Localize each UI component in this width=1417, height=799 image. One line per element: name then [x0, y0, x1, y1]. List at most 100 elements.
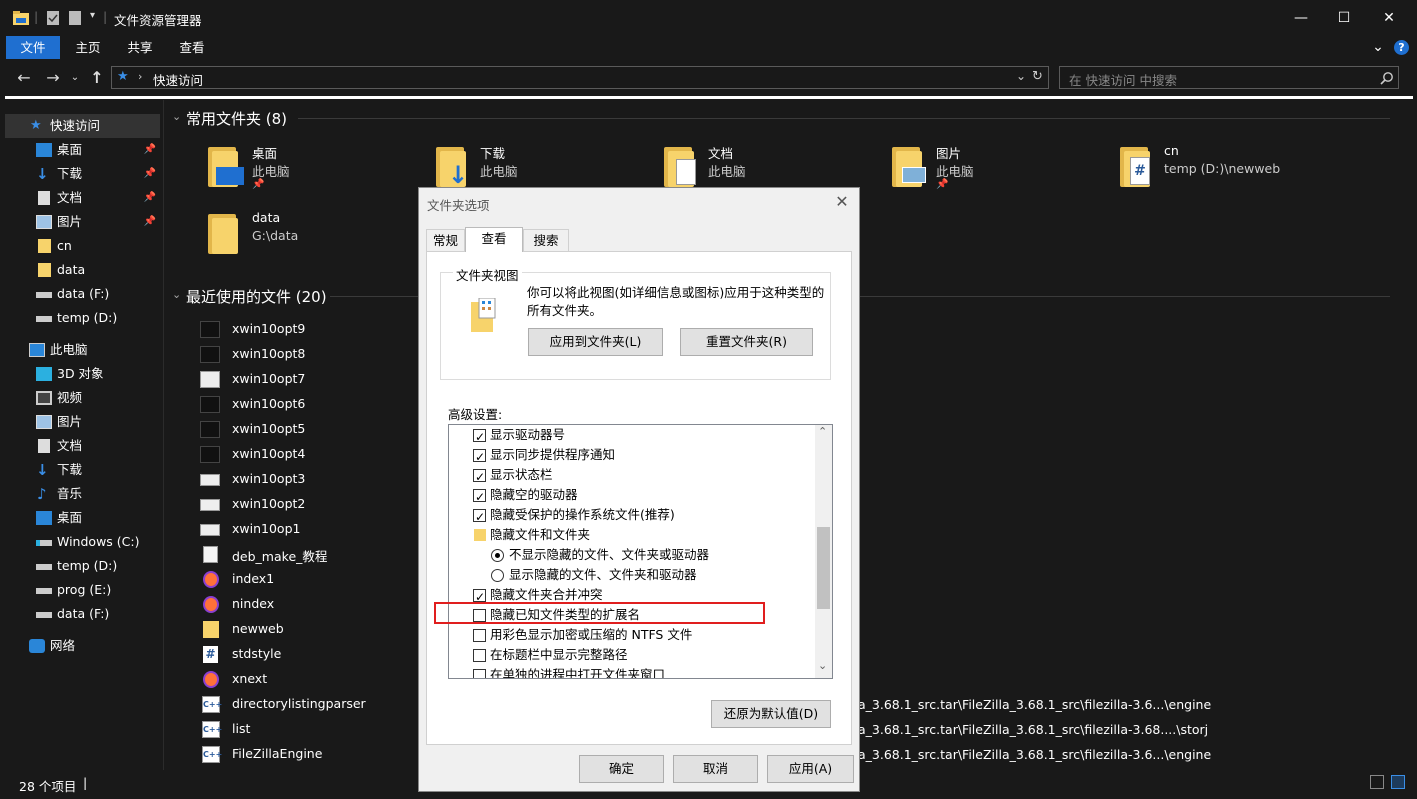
list-item[interactable]: nindex — [200, 592, 430, 617]
option-show-hidden[interactable]: 显示隐藏的文件、文件夹和驱动器 — [449, 565, 815, 585]
sidebar-item-windows-c[interactable]: Windows (C:) — [5, 530, 160, 554]
radio-button[interactable] — [491, 569, 504, 582]
help-icon[interactable]: ? — [1394, 40, 1409, 55]
list-item[interactable]: # stdstyle — [200, 642, 430, 667]
pin-icon[interactable]: 📌 — [144, 138, 156, 162]
chevron-down-icon[interactable]: ⌄ — [1016, 69, 1026, 83]
recent-locations-icon[interactable]: ⌄ — [68, 67, 82, 89]
cancel-button[interactable]: 取消 — [673, 755, 758, 783]
sidebar-item-pictures[interactable]: 图片 📌 — [5, 210, 160, 234]
tab-file[interactable]: 文件 — [6, 36, 60, 59]
scroll-down-icon[interactable]: ⌄ — [818, 659, 827, 672]
list-item[interactable]: xwin10opt3 — [200, 467, 430, 492]
back-arrow-icon[interactable]: ← — [13, 67, 35, 89]
option-color-ntfs[interactable]: 用彩色显示加密或压缩的 NTFS 文件 — [449, 625, 815, 645]
scrollbar-thumb[interactable] — [817, 527, 830, 609]
checkbox[interactable] — [473, 629, 486, 642]
sidebar-item-temp-d-pc[interactable]: temp (D:) — [5, 554, 160, 578]
folder-tile-cn[interactable]: # cn temp (D:)\newweb — [1118, 143, 1338, 203]
group-header-frequent[interactable]: 常用文件夹 (8) — [186, 108, 287, 129]
option-full-path-title[interactable]: 在标题栏中显示完整路径 — [449, 645, 815, 665]
tab-home[interactable]: 主页 — [66, 36, 110, 59]
tab-view[interactable]: 查看 — [465, 227, 523, 252]
list-item[interactable]: xwin10opt8 — [200, 342, 430, 367]
option-hide-empty-drives[interactable]: 隐藏空的驱动器 — [449, 485, 815, 507]
list-item[interactable]: xnext — [200, 667, 430, 692]
list-item[interactable]: xwin10opt9 — [200, 317, 430, 342]
list-item[interactable]: index1 — [200, 567, 430, 592]
checkbox[interactable] — [473, 427, 486, 447]
option-dont-show-hidden[interactable]: 不显示隐藏的文件、文件夹或驱动器 — [449, 545, 815, 565]
search-placeholder[interactable]: 在 快速访问 中搜索 — [1069, 70, 1177, 89]
pin-icon[interactable]: 📌 — [144, 186, 156, 210]
list-item[interactable]: xwin10opt2 — [200, 492, 430, 517]
folder-tile-data[interactable]: data G:\data — [206, 210, 426, 270]
tab-view[interactable]: 查看 — [170, 36, 214, 59]
refresh-icon[interactable]: ↻ — [1032, 69, 1043, 84]
close-button[interactable]: ✕ — [1366, 0, 1412, 36]
expand-ribbon-icon[interactable]: ⌄ — [1370, 36, 1386, 59]
checkbox[interactable] — [473, 507, 486, 527]
sidebar-item-pictures-pc[interactable]: 图片 — [5, 410, 160, 434]
sidebar-item-network[interactable]: 网络 — [5, 634, 160, 658]
scrollbar[interactable]: ⌃ ⌄ — [815, 425, 832, 678]
restore-defaults-button[interactable]: 还原为默认值(D) — [711, 700, 831, 728]
maximize-button[interactable]: ☐ — [1321, 0, 1367, 36]
checkbox[interactable] — [473, 649, 486, 662]
tab-general[interactable]: 常规 — [426, 229, 465, 251]
details-view-icon[interactable] — [1370, 775, 1384, 789]
pane-splitter[interactable] — [163, 100, 164, 770]
apply-button[interactable]: 应用(A) — [767, 755, 854, 783]
collapse-chevron-icon[interactable]: ⌄ — [172, 288, 181, 301]
checkbox[interactable] — [473, 669, 486, 678]
apply-to-folders-button[interactable]: 应用到文件夹(L) — [528, 328, 663, 356]
list-item[interactable]: C++ directorylistingparser — [200, 692, 430, 717]
up-arrow-icon[interactable]: ↑ — [86, 67, 108, 89]
sidebar-item-temp-d[interactable]: temp (D:) — [5, 306, 160, 330]
sidebar-item-desktop[interactable]: 桌面 📌 — [5, 138, 160, 162]
sidebar-item-data-f-pc[interactable]: data (F:) — [5, 602, 160, 626]
properties-icon[interactable] — [46, 10, 60, 26]
chevron-right-icon[interactable]: › — [138, 70, 142, 83]
address-bar[interactable]: ★ › 快速访问 ⌄ ↻ — [111, 66, 1049, 89]
forward-arrow-icon[interactable]: → — [42, 67, 64, 89]
sidebar-item-desktop-pc[interactable]: 桌面 — [5, 506, 160, 530]
tab-share[interactable]: 共享 — [118, 36, 162, 59]
scroll-up-icon[interactable]: ⌃ — [818, 425, 827, 438]
sidebar-item-downloads-pc[interactable]: ↓ 下载 — [5, 458, 160, 482]
sidebar-item-documents-pc[interactable]: 文档 — [5, 434, 160, 458]
list-item[interactable]: xwin10op1 — [200, 517, 430, 542]
sidebar-item-cn[interactable]: cn — [5, 234, 160, 258]
collapse-chevron-icon[interactable]: ⌄ — [172, 110, 181, 123]
option-sync-provider[interactable]: 显示同步提供程序通知 — [449, 445, 815, 467]
checkbox[interactable] — [473, 467, 486, 487]
ok-button[interactable]: 确定 — [579, 755, 664, 783]
checkbox[interactable] — [473, 447, 486, 467]
pin-icon[interactable]: 📌 — [144, 210, 156, 234]
sidebar-item-quick-access[interactable]: ★ 快速访问 — [5, 114, 160, 138]
list-item[interactable]: deb_make_教程 — [200, 542, 430, 567]
option-hide-protected-os-files[interactable]: 隐藏受保护的操作系统文件(推荐) — [449, 505, 815, 527]
list-item[interactable]: newweb — [200, 617, 430, 642]
list-item[interactable]: xwin10opt4 — [200, 442, 430, 467]
sidebar-item-documents[interactable]: 文档 📌 — [5, 186, 160, 210]
dialog-close-button[interactable]: ✕ — [831, 190, 853, 214]
reset-folders-button[interactable]: 重置文件夹(R) — [680, 328, 813, 356]
search-box[interactable]: 在 快速访问 中搜索 — [1059, 66, 1399, 89]
option-show-drive-letters[interactable]: 显示驱动器号 — [449, 425, 815, 447]
list-item[interactable]: xwin10opt5 — [200, 417, 430, 442]
sidebar-item-prog-e[interactable]: prog (E:) — [5, 578, 160, 602]
new-folder-icon[interactable] — [68, 10, 82, 26]
sidebar-item-data-f[interactable]: data (F:) — [5, 282, 160, 306]
group-header-recent[interactable]: 最近使用的文件 (20) — [186, 286, 327, 307]
option-separate-process[interactable]: 在单独的进程中打开文件夹窗口 — [449, 665, 815, 678]
folder-tile-desktop[interactable]: 桌面 此电脑 📌 — [206, 143, 426, 203]
list-item[interactable]: xwin10opt6 — [200, 392, 430, 417]
list-item[interactable]: xwin10opt7 — [200, 367, 430, 392]
sidebar-item-3d-objects[interactable]: 3D 对象 — [5, 362, 160, 386]
folder-tile-pictures[interactable]: 图片 此电脑 📌 — [890, 143, 1110, 203]
option-status-bar[interactable]: 显示状态栏 — [449, 465, 815, 487]
search-icon[interactable] — [1380, 71, 1394, 85]
tab-search[interactable]: 搜索 — [523, 229, 569, 251]
large-icons-view-icon[interactable] — [1391, 775, 1405, 789]
